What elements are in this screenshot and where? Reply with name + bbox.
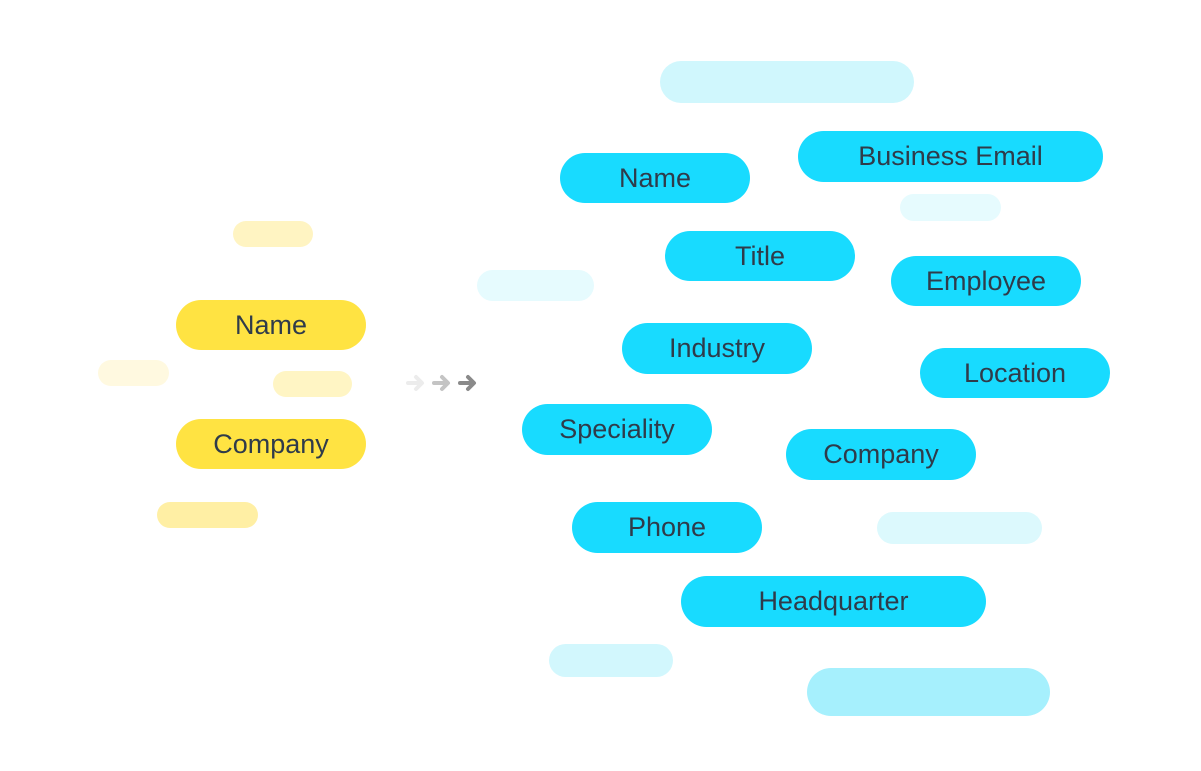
field-label: Location <box>963 357 1067 388</box>
arrow-right-icon <box>432 375 450 391</box>
field-label: Employee <box>925 265 1047 296</box>
decorative-pill <box>660 61 914 103</box>
arrow-right-icon <box>458 375 476 391</box>
transform-arrows <box>406 373 480 393</box>
field-label: Business Email <box>858 141 1043 171</box>
output-field-headquarter: Headquarter <box>681 576 986 627</box>
field-label: Name <box>234 309 308 340</box>
field-label: Company <box>823 439 939 469</box>
decorative-pill <box>807 668 1050 716</box>
field-label: Title <box>734 240 785 271</box>
field-label: Headquarter <box>758 586 909 616</box>
field-label: Company <box>213 428 329 459</box>
decorative-pill <box>549 644 673 677</box>
decorative-pill <box>233 221 313 247</box>
output-field-name: Name <box>560 153 750 203</box>
output-field-phone: Phone <box>572 502 762 553</box>
decorative-pill <box>273 371 352 397</box>
arrow-right-icon <box>406 375 424 391</box>
input-field-company: Company <box>176 419 366 469</box>
field-label: Speciality <box>559 414 675 444</box>
input-field-name: Name <box>176 300 366 350</box>
decorative-pill <box>157 502 258 528</box>
output-field-speciality: Speciality <box>522 404 712 455</box>
field-label: Industry <box>668 333 766 363</box>
output-field-location: Location <box>920 348 1110 398</box>
output-field-employee: Employee <box>891 256 1081 306</box>
output-field-industry: Industry <box>622 323 812 374</box>
field-label: Name <box>618 162 692 193</box>
decorative-pill <box>477 270 594 301</box>
output-field-title: Title <box>665 231 855 281</box>
decorative-pill <box>98 360 169 386</box>
output-field-business-email: Business Email <box>798 131 1103 182</box>
output-field-company: Company <box>786 429 976 480</box>
field-label: Phone <box>627 512 707 542</box>
decorative-pill <box>877 512 1042 544</box>
decorative-pill <box>900 194 1001 221</box>
